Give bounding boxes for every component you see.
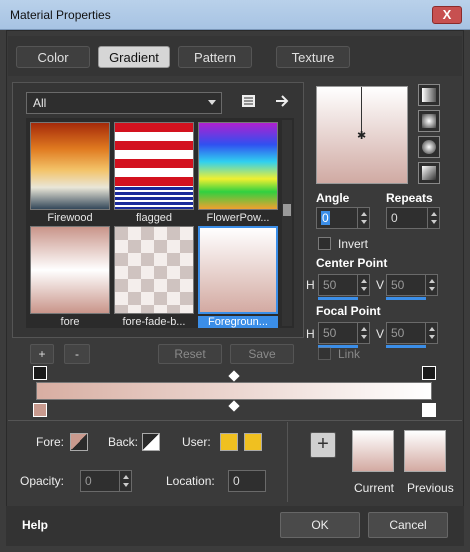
linear-style-button[interactable] [418,84,440,106]
focal-h-label: H [306,327,315,341]
divider [8,420,462,421]
current-swatch[interactable] [352,430,394,472]
center-v-value[interactable]: 50 [391,278,404,292]
gradient-name: Firewood [47,212,93,224]
center-v-spinner[interactable]: 50 [386,274,438,296]
center-v-label: V [376,278,385,292]
divider [287,422,288,502]
color-stop-end[interactable] [422,403,436,417]
previous-label: Previous [407,481,454,495]
angle-label: Angle [316,191,350,205]
gradient-editor-bar[interactable] [36,382,432,400]
gradient-swatch [114,226,194,314]
focal-point-label: Focal Point [316,304,381,318]
color-stop-start[interactable] [33,403,47,417]
tab-color[interactable]: Color [16,46,90,68]
spinner-arrows[interactable] [357,323,369,343]
remove-gradient-button[interactable]: - [64,344,90,364]
center-h-spinner[interactable]: 50 [318,274,370,296]
chevron-down-icon [208,100,216,105]
spinner-arrows[interactable] [425,275,437,295]
location-value[interactable]: 0 [233,474,240,488]
gradient-name: flagged [135,212,173,224]
back-swatch[interactable] [142,433,160,451]
center-h-value[interactable]: 50 [323,278,336,292]
spinner-arrows[interactable] [119,471,131,491]
spinner-arrows[interactable] [427,208,439,228]
cancel-button[interactable]: Cancel [368,512,448,538]
opacity-spinner[interactable]: 0 [80,470,132,492]
window-title: Material Properties [10,8,111,22]
center-h-label: H [306,278,315,292]
link-label: Link [338,347,361,361]
gradient-swatch [30,122,110,210]
gradient-swatch [114,122,194,210]
ok-button[interactable]: OK [280,512,360,538]
opacity-label: Opacity: [20,474,65,488]
close-button[interactable]: X [432,6,462,24]
spinner-arrows[interactable] [357,275,369,295]
fore-label: Fore: [36,435,65,449]
angle-spinner[interactable]: 0 [316,207,370,229]
repeats-spinner[interactable]: 0 [386,207,440,229]
gradient-list-scrollbar[interactable] [282,120,292,326]
gradient-name: fore [60,316,80,328]
gradient-swatch [30,226,110,314]
repeats-label: Repeats [386,191,433,205]
user-swatch-1[interactable] [220,433,238,451]
title-bar: Material Properties X [0,0,470,30]
rectangular-style-button[interactable] [418,110,440,132]
focal-v-label: V [376,327,385,341]
sunburst-style-button[interactable] [418,162,440,184]
scrollbar-thumb[interactable] [283,204,291,216]
repeats-value[interactable]: 0 [391,211,398,225]
center-v-slider[interactable] [386,297,426,300]
focal-v-value[interactable]: 50 [391,326,404,340]
location-input[interactable]: 0 [228,470,266,492]
previous-swatch[interactable] [404,430,446,472]
current-label: Current [354,481,395,495]
link-checkbox[interactable] [318,347,331,360]
opacity-value[interactable]: 0 [85,474,92,488]
gradient-category-value: All [33,96,47,110]
gradient-preview[interactable]: ✱ [316,86,408,184]
radial-style-button[interactable] [418,136,440,158]
invert-label: Invert [338,237,369,251]
gradient-swatch [198,122,278,210]
tab-pattern[interactable]: Pattern [178,46,252,68]
help-button[interactable]: Help [22,518,48,532]
add-gradient-button[interactable]: + [30,344,54,364]
spinner-arrows[interactable] [357,208,369,228]
list-options-icon[interactable] [240,93,258,109]
gradient-category-dropdown[interactable]: All [26,92,222,114]
end-stop-marker[interactable] [422,366,436,380]
location-label: Location: [166,474,215,488]
fore-swatch[interactable] [70,433,88,451]
angle-value[interactable]: 0 [321,211,330,225]
back-label: Back: [108,435,139,449]
tab-texture[interactable]: Texture [276,46,350,68]
tab-gradient[interactable]: Gradient [98,46,170,68]
focal-h-value[interactable]: 50 [323,326,336,340]
spinner-arrows[interactable] [425,323,437,343]
gradient-swatch [198,226,278,314]
gradient-name: FlowerPow... [206,212,270,224]
reset-button[interactable]: Reset [158,344,222,364]
focal-v-spinner[interactable]: 50 [386,322,438,344]
invert-checkbox[interactable] [318,237,331,250]
foreground-stop-marker[interactable] [33,366,47,380]
add-swatch-button[interactable]: + [310,432,336,458]
gradient-name: fore-fade-b... [122,316,186,328]
focal-h-spinner[interactable]: 50 [318,322,370,344]
save-gradient-button[interactable]: Save [230,344,294,364]
user-label: User: [182,435,211,449]
gradient-grid: Firewood flagged FlowerPow... fore fore-… [26,118,294,328]
gradient-name: Foregroun... [198,316,278,328]
arrow-right-icon[interactable] [274,93,292,109]
center-h-slider[interactable] [318,297,358,300]
center-point-label: Center Point [316,256,388,270]
user-swatch-2[interactable] [244,433,262,451]
focal-v-slider[interactable] [386,345,426,348]
